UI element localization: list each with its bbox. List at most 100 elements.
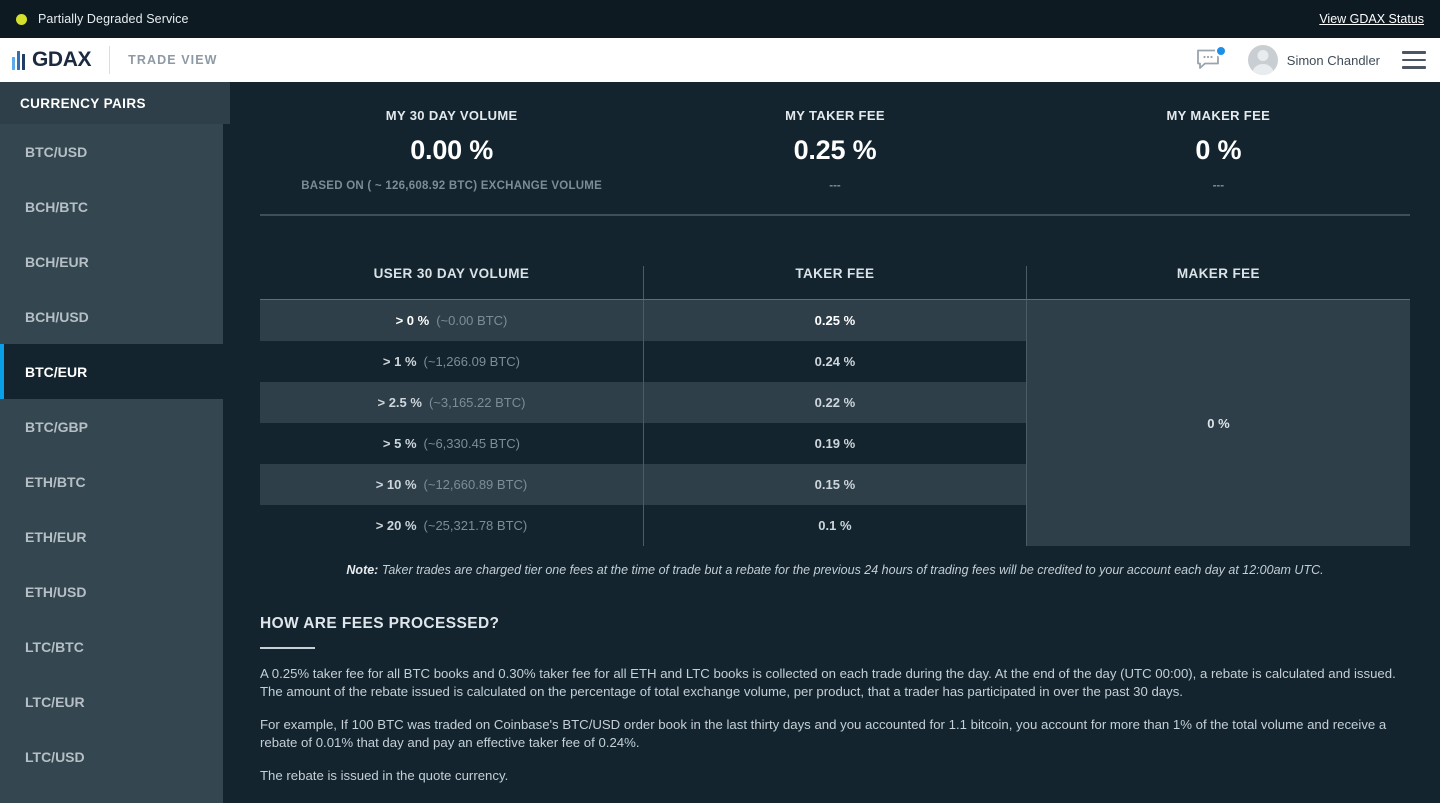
volume-percent: > 20 % bbox=[375, 518, 417, 533]
summary-col-2: MY TAKER FEE 0.25 % --- bbox=[643, 108, 1026, 192]
taker-fee-value: 0.19 % bbox=[814, 436, 856, 451]
sidebar-item-ltc-btc[interactable]: LTC/BTC bbox=[0, 619, 230, 674]
volume-percent: > 10 % bbox=[375, 477, 417, 492]
taker-fee-value: 0.1 % bbox=[818, 518, 852, 533]
app-header: GDAX TRADE VIEW Simon Chandler bbox=[0, 38, 1440, 82]
how-fees-paragraph: A 0.25% taker fee for all BTC books and … bbox=[260, 666, 1396, 699]
hamburger-menu-icon[interactable] bbox=[1402, 51, 1426, 69]
service-status-bar: Partially Degraded Service View GDAX Sta… bbox=[0, 0, 1440, 38]
gdax-logo[interactable]: GDAX bbox=[0, 48, 91, 72]
cell-user-volume: > 0 % (~0.00 BTC) bbox=[260, 313, 643, 328]
cell-taker-fee: 0.24 % bbox=[642, 341, 1026, 382]
cell-user-volume: > 10 % (~12,660.89 BTC) bbox=[260, 477, 643, 492]
sidebar-item-label: BCH/BTC bbox=[25, 198, 88, 215]
volume-btc: (~25,321.78 BTC) bbox=[423, 518, 528, 533]
summary-sub: --- bbox=[829, 180, 841, 192]
cell-user-volume: > 20 % (~25,321.78 BTC) bbox=[260, 518, 643, 533]
fee-table-row: > 20 % (~25,321.78 BTC) 0.1 % bbox=[260, 505, 1026, 546]
user-name-label[interactable]: Simon Chandler bbox=[1287, 53, 1380, 68]
taker-fee-value: 0.15 % bbox=[814, 477, 856, 492]
sidebar-item-label: ETH/USD bbox=[25, 583, 87, 600]
fee-table-note: Note: Taker trades are charged tier one … bbox=[260, 563, 1410, 577]
sidebar-item-label: BCH/USD bbox=[25, 308, 89, 325]
sidebar-item-eth-btc[interactable]: ETH/BTC bbox=[0, 454, 230, 509]
summary-value: 0 % bbox=[1195, 135, 1242, 165]
volume-btc: (~12,660.89 BTC) bbox=[423, 477, 528, 492]
header-taker-fee: TAKER FEE bbox=[642, 266, 1026, 299]
sidebar-item-ltc-eur[interactable]: LTC/EUR bbox=[0, 674, 230, 729]
view-gdax-status-link[interactable]: View GDAX Status bbox=[1319, 12, 1424, 26]
summary-sub: BASED ON ( ~ 126,608.92 BTC) EXCHANGE VO… bbox=[301, 180, 603, 192]
sidebar-item-btc-eur[interactable]: BTC/EUR bbox=[0, 344, 230, 399]
volume-percent: > 2.5 % bbox=[377, 395, 422, 410]
cell-taker-fee: 0.1 % bbox=[642, 505, 1026, 546]
summary-label: MY MAKER FEE bbox=[1166, 108, 1271, 123]
summary-value: 0.25 % bbox=[793, 135, 877, 165]
chat-bubble-icon[interactable] bbox=[1196, 45, 1227, 73]
fee-table-body: > 0 % (~0.00 BTC) 0.25 % > 1 % (~1,266.09 BT… bbox=[260, 299, 1410, 546]
volume-btc: (~1,266.09 BTC) bbox=[423, 354, 520, 369]
note-label: Note: bbox=[346, 563, 379, 577]
fee-table-row: > 5 % (~6,330.45 BTC) 0.19 % bbox=[260, 423, 1026, 464]
sidebar-item-label: LTC/USD bbox=[25, 748, 85, 765]
fee-summary-row: MY 30 DAY VOLUME 0.00 % BASED ON ( ~ 126,6… bbox=[260, 82, 1410, 214]
fee-table-row: > 10 % (~12,660.89 BTC) 0.15 % bbox=[260, 464, 1026, 505]
volume-percent: > 0 % bbox=[395, 313, 430, 328]
status-indicator-dot bbox=[16, 13, 27, 25]
sidebar-item-label: BTC/USD bbox=[25, 143, 88, 160]
taker-fee-value: 0.25 % bbox=[814, 313, 856, 328]
cell-taker-fee: 0.19 % bbox=[642, 423, 1026, 464]
summary-divider bbox=[260, 214, 1410, 216]
volume-percent: > 5 % bbox=[382, 436, 417, 451]
cell-taker-fee: 0.25 % bbox=[642, 300, 1026, 341]
sidebar-item-eth-usd[interactable]: ETH/USD bbox=[0, 564, 230, 619]
how-fees-paragraph: For example, If 100 BTC was traded on Co… bbox=[260, 717, 1387, 750]
summary-label: MY 30 DAY VOLUME bbox=[385, 108, 518, 123]
fee-schedule-table: USER 30 DAY VOLUME TAKER FEE MAKER FEE >… bbox=[260, 266, 1410, 546]
fee-table-row: > 1 % (~1,266.09 BTC) 0.24 % bbox=[260, 341, 1026, 382]
fees-main-content: MY 30 DAY VOLUME 0.00 % BASED ON ( ~ 126,6… bbox=[230, 82, 1440, 803]
header-user-volume: USER 30 DAY VOLUME bbox=[373, 266, 530, 281]
note-text: Taker trades are charged tier one fees a… bbox=[378, 563, 1324, 577]
volume-btc: (~0.00 BTC) bbox=[436, 313, 508, 328]
sidebar-item-bch-eur[interactable]: BCH/EUR bbox=[0, 234, 230, 289]
how-fees-paragraph: The rebate is issued in the quote curren… bbox=[260, 768, 509, 783]
volume-percent: > 1 % bbox=[382, 354, 417, 369]
logo-bars-icon bbox=[12, 50, 27, 70]
how-fees-heading: HOW ARE FEES PROCESSED? bbox=[260, 615, 500, 632]
sidebar-item-bch-btc[interactable]: BCH/BTC bbox=[0, 179, 230, 234]
sidebar-item-btc-usd[interactable]: BTC/USD bbox=[0, 124, 230, 179]
sidebar-item-btc-gbp[interactable]: BTC/GBP bbox=[0, 399, 230, 454]
summary-label: MY TAKER FEE bbox=[785, 108, 885, 123]
sidebar-item-ltc-usd[interactable]: LTC/USD bbox=[0, 729, 230, 784]
summary-col-3: MY MAKER FEE 0 % --- bbox=[1027, 108, 1410, 192]
sidebar-item-eth-eur[interactable]: ETH/EUR bbox=[0, 509, 230, 564]
sidebar-scrollbar[interactable] bbox=[223, 124, 230, 803]
volume-btc: (~3,165.22 BTC) bbox=[428, 395, 526, 410]
heading-underline bbox=[260, 647, 315, 649]
fee-table-row: > 0 % (~0.00 BTC) 0.25 % bbox=[260, 300, 1026, 341]
header-right-group: Simon Chandler bbox=[1196, 38, 1440, 82]
sidebar-item-label: BTC/EUR bbox=[25, 363, 88, 380]
sidebar-item-label: ETH/EUR bbox=[25, 528, 87, 545]
sidebar-item-bch-usd[interactable]: BCH/USD bbox=[0, 289, 230, 344]
fee-table-row: > 2.5 % (~3,165.22 BTC) 0.22 % bbox=[260, 382, 1026, 423]
user-avatar[interactable] bbox=[1247, 45, 1278, 75]
cell-taker-fee: 0.22 % bbox=[642, 382, 1026, 423]
sidebar-item-label: LTC/EUR bbox=[25, 693, 85, 710]
logo-text: GDAX bbox=[32, 48, 92, 71]
cell-taker-fee: 0.15 % bbox=[642, 464, 1026, 505]
currency-pairs-sidebar: CURRENCY PAIRS BTC/USD BCH/BTC BCH/EUR BCH/… bbox=[0, 82, 230, 803]
notification-badge bbox=[1214, 45, 1227, 57]
taker-fee-value: 0.24 % bbox=[814, 354, 856, 369]
cell-user-volume: > 1 % (~1,266.09 BTC) bbox=[260, 354, 643, 369]
sidebar-item-label: LTC/BTC bbox=[25, 638, 84, 655]
page-body: CURRENCY PAIRS BTC/USD BCH/BTC BCH/EUR BCH/… bbox=[0, 82, 1440, 803]
sidebar-item-label: ETH/BTC bbox=[25, 473, 86, 490]
taker-fee-value: 0.22 % bbox=[814, 395, 856, 410]
trade-view-label: TRADE VIEW bbox=[128, 53, 218, 67]
fee-rows-container: > 0 % (~0.00 BTC) 0.25 % > 1 % (~1,266.09 BT… bbox=[260, 300, 1026, 546]
header-maker-fee: MAKER FEE bbox=[1025, 266, 1410, 299]
status-text: Partially Degraded Service bbox=[38, 12, 189, 26]
header-divider bbox=[109, 46, 111, 74]
